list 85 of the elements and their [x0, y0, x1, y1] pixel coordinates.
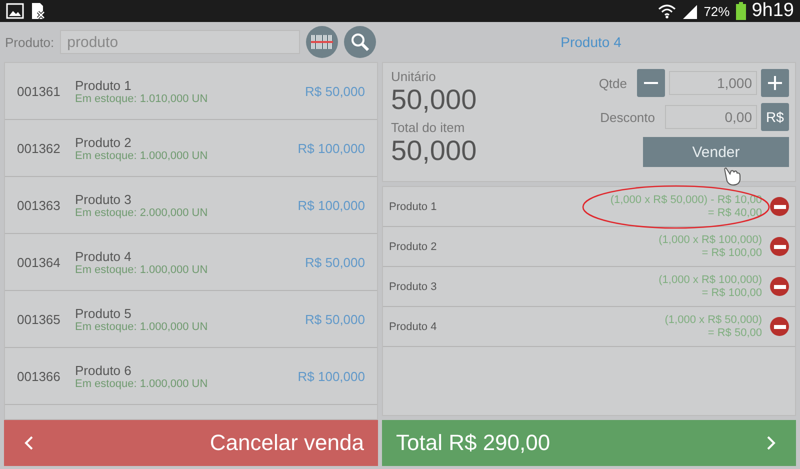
product-price: R$ 50,000 [305, 312, 365, 326]
product-price: R$ 100,000 [298, 140, 365, 156]
search-icon [350, 32, 370, 52]
discount-label: Desconto [600, 110, 655, 124]
clock: 9h19 [752, 0, 794, 22]
product-name: Produto 3 [75, 192, 132, 206]
cart-item-calculation: (1,000 x R$ 50,000) - R$ 10,00 [610, 194, 762, 206]
battery-percentage: 72% [704, 4, 730, 18]
quantity-label: Qtde [598, 76, 627, 90]
product-name: Produto 1 [75, 78, 132, 92]
decrement-button[interactable] [637, 69, 665, 97]
stock-text: Em estoque: 1.010,000 UN [75, 92, 209, 104]
product-code: 001366 [17, 368, 62, 384]
product-row[interactable]: 001365 Produto 5 Em estoque: 1.000,000 UN R$ 50,000 [5, 291, 377, 348]
product-code: 001364 [17, 254, 62, 270]
sell-button[interactable]: Vender [643, 137, 789, 167]
minus-icon [774, 284, 786, 288]
product-row[interactable]: 001363 Produto 3 Em estoque: 2.000,000 UN R$ 100,000 [5, 177, 377, 234]
remove-item-button[interactable] [770, 237, 789, 256]
product-code: 001363 [17, 198, 62, 212]
product-row[interactable]: 001361 Produto 1 Em estoque: 1.010,000 UN R$ 50,000 [5, 63, 377, 120]
cart-item-total: = R$ 100,00 [702, 246, 762, 260]
battery-icon [736, 2, 746, 20]
product-row[interactable]: 001366 Produto 6 Em estoque: 1.000,000 UN R$ 100,000 [5, 348, 377, 405]
remove-item-button[interactable] [770, 277, 789, 296]
product-name: Produto 6 [75, 362, 132, 378]
cart-row[interactable]: Produto 3 (1,000 x R$ 100,000) = R$ 100,00 [383, 267, 795, 307]
signal-icon [682, 3, 698, 19]
item-total-label: Total do item [391, 120, 466, 135]
chevron-left-icon [24, 435, 34, 451]
image-icon [6, 3, 24, 19]
cart-item-calculation: (1,000 x R$ 100,000) [658, 274, 762, 286]
product-name: Produto 5 [75, 306, 132, 320]
stock-text: Em estoque: 1.000,000 UN [75, 320, 209, 332]
increment-button[interactable] [761, 69, 789, 97]
wifi-icon [658, 3, 676, 19]
cancel-sale-button[interactable]: Cancelar venda [4, 420, 378, 466]
unit-price-value: 50,000 [391, 84, 478, 116]
cart-item-calculation: (1,000 x R$ 100,000) [658, 234, 762, 246]
cart-item-total: = R$ 100,00 [702, 286, 762, 300]
cart-item-name: Produto 3 [389, 280, 438, 292]
currency-button[interactable]: R$ [761, 103, 789, 131]
cart-row[interactable]: Produto 4 (1,000 x R$ 50,000) = R$ 50,00 [383, 307, 795, 347]
stock-text: Em estoque: 1.000,000 UN [75, 264, 209, 276]
item-total-value: 50,000 [391, 135, 478, 167]
cart-item-calculation: (1,000 x R$ 50,000) [664, 314, 762, 326]
stock-text: Em estoque: 1.000,000 UN [75, 150, 209, 162]
product-name: Produto 2 [75, 134, 132, 150]
product-price: R$ 50,000 [305, 84, 365, 98]
search-label: Produto: [5, 34, 54, 50]
unit-price-label: Unitário [391, 69, 437, 84]
quantity-field[interactable]: 1,000 [669, 71, 757, 95]
product-name: Produto 4 [75, 248, 132, 264]
remove-item-button[interactable] [770, 317, 789, 336]
cart-row[interactable]: Produto 1 (1,000 x R$ 50,000) - R$ 10,00 = R$ 40,00 [383, 187, 795, 227]
product-code: 001365 [17, 312, 62, 326]
remove-item-button[interactable] [770, 197, 789, 216]
barcode-icon [311, 35, 334, 49]
selected-product-title: Produto 4 [560, 34, 622, 50]
product-price: R$ 100,000 [298, 198, 365, 212]
cart-item-name: Produto 1 [389, 200, 438, 212]
cart-item-total: = R$ 50,00 [708, 326, 762, 340]
search-field[interactable]: produto [60, 30, 300, 54]
stock-text: Em estoque: 2.000,000 UN [75, 206, 209, 218]
product-row[interactable]: 001362 Produto 2 Em estoque: 1.000,000 UN R$ 100,000 [5, 120, 377, 177]
product-row[interactable]: 001364 Produto 4 Em estoque: 1.000,000 UN R$ 50,000 [5, 234, 377, 291]
product-code: 001361 [17, 84, 62, 98]
plus-icon [767, 75, 783, 91]
discount-field[interactable]: 0,00 [665, 105, 757, 129]
product-price: R$ 100,000 [298, 368, 365, 384]
minus-icon [774, 244, 786, 248]
cart-item-name: Produto 2 [389, 240, 438, 252]
chevron-right-icon [766, 435, 776, 451]
sale-total-button[interactable]: Total R$ 290,00 [382, 420, 796, 466]
barcode-button[interactable] [306, 26, 338, 58]
cart-item-total: = R$ 40,00 [708, 206, 762, 220]
minus-icon [774, 324, 786, 328]
minus-icon [774, 204, 786, 208]
product-price: R$ 50,000 [305, 254, 365, 270]
cart-row[interactable]: Produto 2 (1,000 x R$ 100,000) = R$ 100,00 [383, 227, 795, 267]
stock-text: Em estoque: 1.000,000 UN [75, 378, 209, 390]
product-code: 001362 [17, 140, 62, 156]
cart-item-name: Produto 4 [389, 320, 438, 332]
search-button[interactable] [344, 26, 376, 58]
minus-icon [643, 82, 659, 84]
